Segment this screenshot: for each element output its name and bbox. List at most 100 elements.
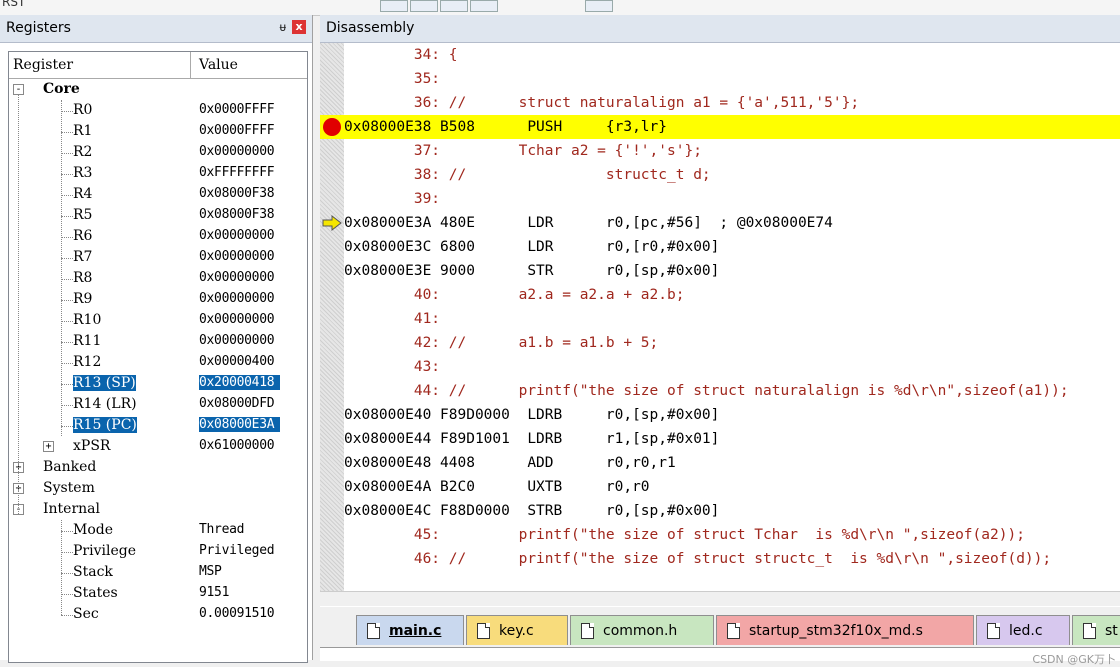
value-column-header[interactable]: Value bbox=[199, 57, 238, 73]
tree-node-internal[interactable]: - Internal bbox=[9, 499, 307, 520]
register-value[interactable]: 0x08000DFD bbox=[199, 396, 275, 411]
register-row[interactable]: R0 0x0000FFFF bbox=[9, 100, 307, 121]
source-line[interactable]: 36: // struct naturalalign a1 = {'a',511… bbox=[344, 91, 1120, 115]
tree-connector bbox=[61, 384, 73, 385]
register-value[interactable]: 0x00000000 bbox=[199, 144, 275, 159]
toolbar-button[interactable] bbox=[470, 0, 498, 12]
register-value[interactable]: 0x00000000 bbox=[199, 249, 275, 264]
register-value[interactable]: 0x00000000 bbox=[199, 228, 275, 243]
internal-row[interactable]: States 9151 bbox=[9, 583, 307, 604]
register-row[interactable]: + xPSR 0x61000000 bbox=[9, 436, 307, 457]
register-row[interactable]: R11 0x00000000 bbox=[9, 331, 307, 352]
file-tab-label: led.c bbox=[1009, 623, 1043, 639]
close-icon[interactable]: x bbox=[292, 20, 306, 34]
register-row[interactable]: R2 0x00000000 bbox=[9, 142, 307, 163]
source-line[interactable]: 45: printf("the size of struct Tchar is … bbox=[344, 523, 1120, 547]
source-line[interactable]: 35: bbox=[344, 67, 1120, 91]
register-row[interactable]: R3 0xFFFFFFFF bbox=[9, 163, 307, 184]
asm-line[interactable]: 0x08000E38 B508 PUSH {r3,lr} bbox=[344, 115, 1120, 139]
tree-connector bbox=[61, 531, 73, 532]
toolbar-rst-label[interactable]: RST bbox=[2, 0, 25, 9]
source-line[interactable]: 34: { bbox=[344, 43, 1120, 67]
register-row[interactable]: R1 0x0000FFFF bbox=[9, 121, 307, 142]
asm-line[interactable]: 0x08000E4A B2C0 UXTB r0,r0 bbox=[344, 475, 1120, 499]
register-value[interactable]: 0x08000F38 bbox=[199, 207, 275, 222]
register-value[interactable]: Privileged bbox=[199, 543, 275, 558]
column-divider[interactable] bbox=[190, 52, 191, 78]
register-row[interactable]: R5 0x08000F38 bbox=[9, 205, 307, 226]
file-tab[interactable]: st bbox=[1072, 615, 1120, 645]
asm-line[interactable]: 0x08000E48 4408 ADD r0,r0,r1 bbox=[344, 451, 1120, 475]
register-row[interactable]: R14 (LR) 0x08000DFD bbox=[9, 394, 307, 415]
breakpoint-icon[interactable] bbox=[323, 118, 341, 136]
source-line[interactable]: 46: // printf("the size of struct struct… bbox=[344, 547, 1120, 571]
asm-line[interactable]: 0x08000E40 F89D0000 LDRB r0,[sp,#0x00] bbox=[344, 403, 1120, 427]
horizontal-scrollbar[interactable] bbox=[320, 591, 1120, 606]
register-row[interactable]: R13 (SP) 0x20000418 bbox=[9, 373, 307, 394]
tree-connector bbox=[61, 426, 73, 427]
register-value[interactable]: 0x00000400 bbox=[199, 354, 275, 369]
disassembly-code[interactable]: 34: { 35: 36: // struct naturalalign a1 … bbox=[344, 43, 1120, 591]
tree-node-core[interactable]: - Core bbox=[9, 79, 307, 100]
tree-connector bbox=[61, 153, 73, 154]
source-line[interactable]: 38: // structc_t d; bbox=[344, 163, 1120, 187]
toolbar-button[interactable] bbox=[440, 0, 468, 12]
register-value[interactable]: 0x0000FFFF bbox=[199, 102, 275, 117]
source-line[interactable]: 42: // a1.b = a1.b + 5; bbox=[344, 331, 1120, 355]
internal-row[interactable]: Sec 0.00091510 bbox=[9, 604, 307, 625]
source-line[interactable]: 37: Tchar a2 = {'!','s'}; bbox=[344, 139, 1120, 163]
file-tab[interactable]: startup_stm32f10x_md.s bbox=[716, 615, 974, 645]
asm-line[interactable]: 0x08000E3E 9000 STR r0,[sp,#0x00] bbox=[344, 259, 1120, 283]
register-row[interactable]: R12 0x00000400 bbox=[9, 352, 307, 373]
register-value[interactable]: 0xFFFFFFFF bbox=[199, 165, 275, 180]
register-value[interactable]: 0x00000000 bbox=[199, 270, 275, 285]
register-value[interactable]: 0x00000000 bbox=[199, 312, 275, 327]
internal-row[interactable]: Stack MSP bbox=[9, 562, 307, 583]
register-column-header[interactable]: Register bbox=[13, 57, 73, 73]
source-line[interactable]: 39: bbox=[344, 187, 1120, 211]
toolbar-button[interactable] bbox=[410, 0, 438, 12]
editor-preview-strip bbox=[320, 647, 1120, 661]
source-line[interactable]: 43: bbox=[344, 355, 1120, 379]
tree-node-system[interactable]: + System bbox=[9, 478, 307, 499]
file-tab[interactable]: main.c bbox=[356, 615, 464, 645]
register-name: Sec bbox=[73, 606, 99, 622]
register-value[interactable]: 0x00000000 bbox=[199, 291, 275, 306]
register-row[interactable]: R6 0x00000000 bbox=[9, 226, 307, 247]
file-tab[interactable]: led.c bbox=[976, 615, 1070, 645]
toolbar-button[interactable] bbox=[380, 0, 408, 12]
register-value[interactable]: 0x20000418 bbox=[199, 375, 281, 390]
toolbar-button[interactable] bbox=[585, 0, 613, 12]
source-line[interactable]: 41: bbox=[344, 307, 1120, 331]
register-value[interactable]: 0x0000FFFF bbox=[199, 123, 275, 138]
register-value[interactable]: Thread bbox=[199, 522, 244, 537]
register-value[interactable]: 0x61000000 bbox=[199, 438, 275, 453]
register-value[interactable]: 0x08000E3A bbox=[199, 417, 281, 432]
pin-icon[interactable]: ᵾ bbox=[279, 20, 286, 34]
asm-line[interactable]: 0x08000E4C F88D0000 STRB r0,[sp,#0x00] bbox=[344, 499, 1120, 523]
register-row[interactable]: R15 (PC) 0x08000E3A bbox=[9, 415, 307, 436]
register-value[interactable]: 0.00091510 bbox=[199, 606, 275, 621]
asm-line[interactable]: 0x08000E3A 480E LDR r0,[pc,#56] ; @0x080… bbox=[344, 211, 1120, 235]
register-row[interactable]: R10 0x00000000 bbox=[9, 310, 307, 331]
register-row[interactable]: R8 0x00000000 bbox=[9, 268, 307, 289]
register-row[interactable]: R7 0x00000000 bbox=[9, 247, 307, 268]
register-value[interactable]: 0x08000F38 bbox=[199, 186, 275, 201]
register-row[interactable]: R9 0x00000000 bbox=[9, 289, 307, 310]
tree-connector bbox=[61, 520, 62, 615]
file-tab[interactable]: key.c bbox=[466, 615, 568, 645]
source-line[interactable]: 44: // printf("the size of struct natura… bbox=[344, 379, 1120, 403]
breakpoint-gutter[interactable] bbox=[320, 43, 344, 591]
internal-row[interactable]: Mode Thread bbox=[9, 520, 307, 541]
internal-row[interactable]: Privilege Privileged bbox=[9, 541, 307, 562]
tree-node-banked[interactable]: + Banked bbox=[9, 457, 307, 478]
asm-line[interactable]: 0x08000E3C 6800 LDR r0,[r0,#0x00] bbox=[344, 235, 1120, 259]
register-value[interactable]: 9151 bbox=[199, 585, 229, 600]
register-row[interactable]: R4 0x08000F38 bbox=[9, 184, 307, 205]
source-line[interactable]: 40: a2.a = a2.a + a2.b; bbox=[344, 283, 1120, 307]
asm-line[interactable]: 0x08000E44 F89D1001 LDRB r1,[sp,#0x01] bbox=[344, 427, 1120, 451]
expand-icon[interactable]: + bbox=[43, 441, 54, 452]
register-value[interactable]: MSP bbox=[199, 564, 222, 579]
file-tab[interactable]: common.h bbox=[570, 615, 714, 645]
register-value[interactable]: 0x00000000 bbox=[199, 333, 275, 348]
